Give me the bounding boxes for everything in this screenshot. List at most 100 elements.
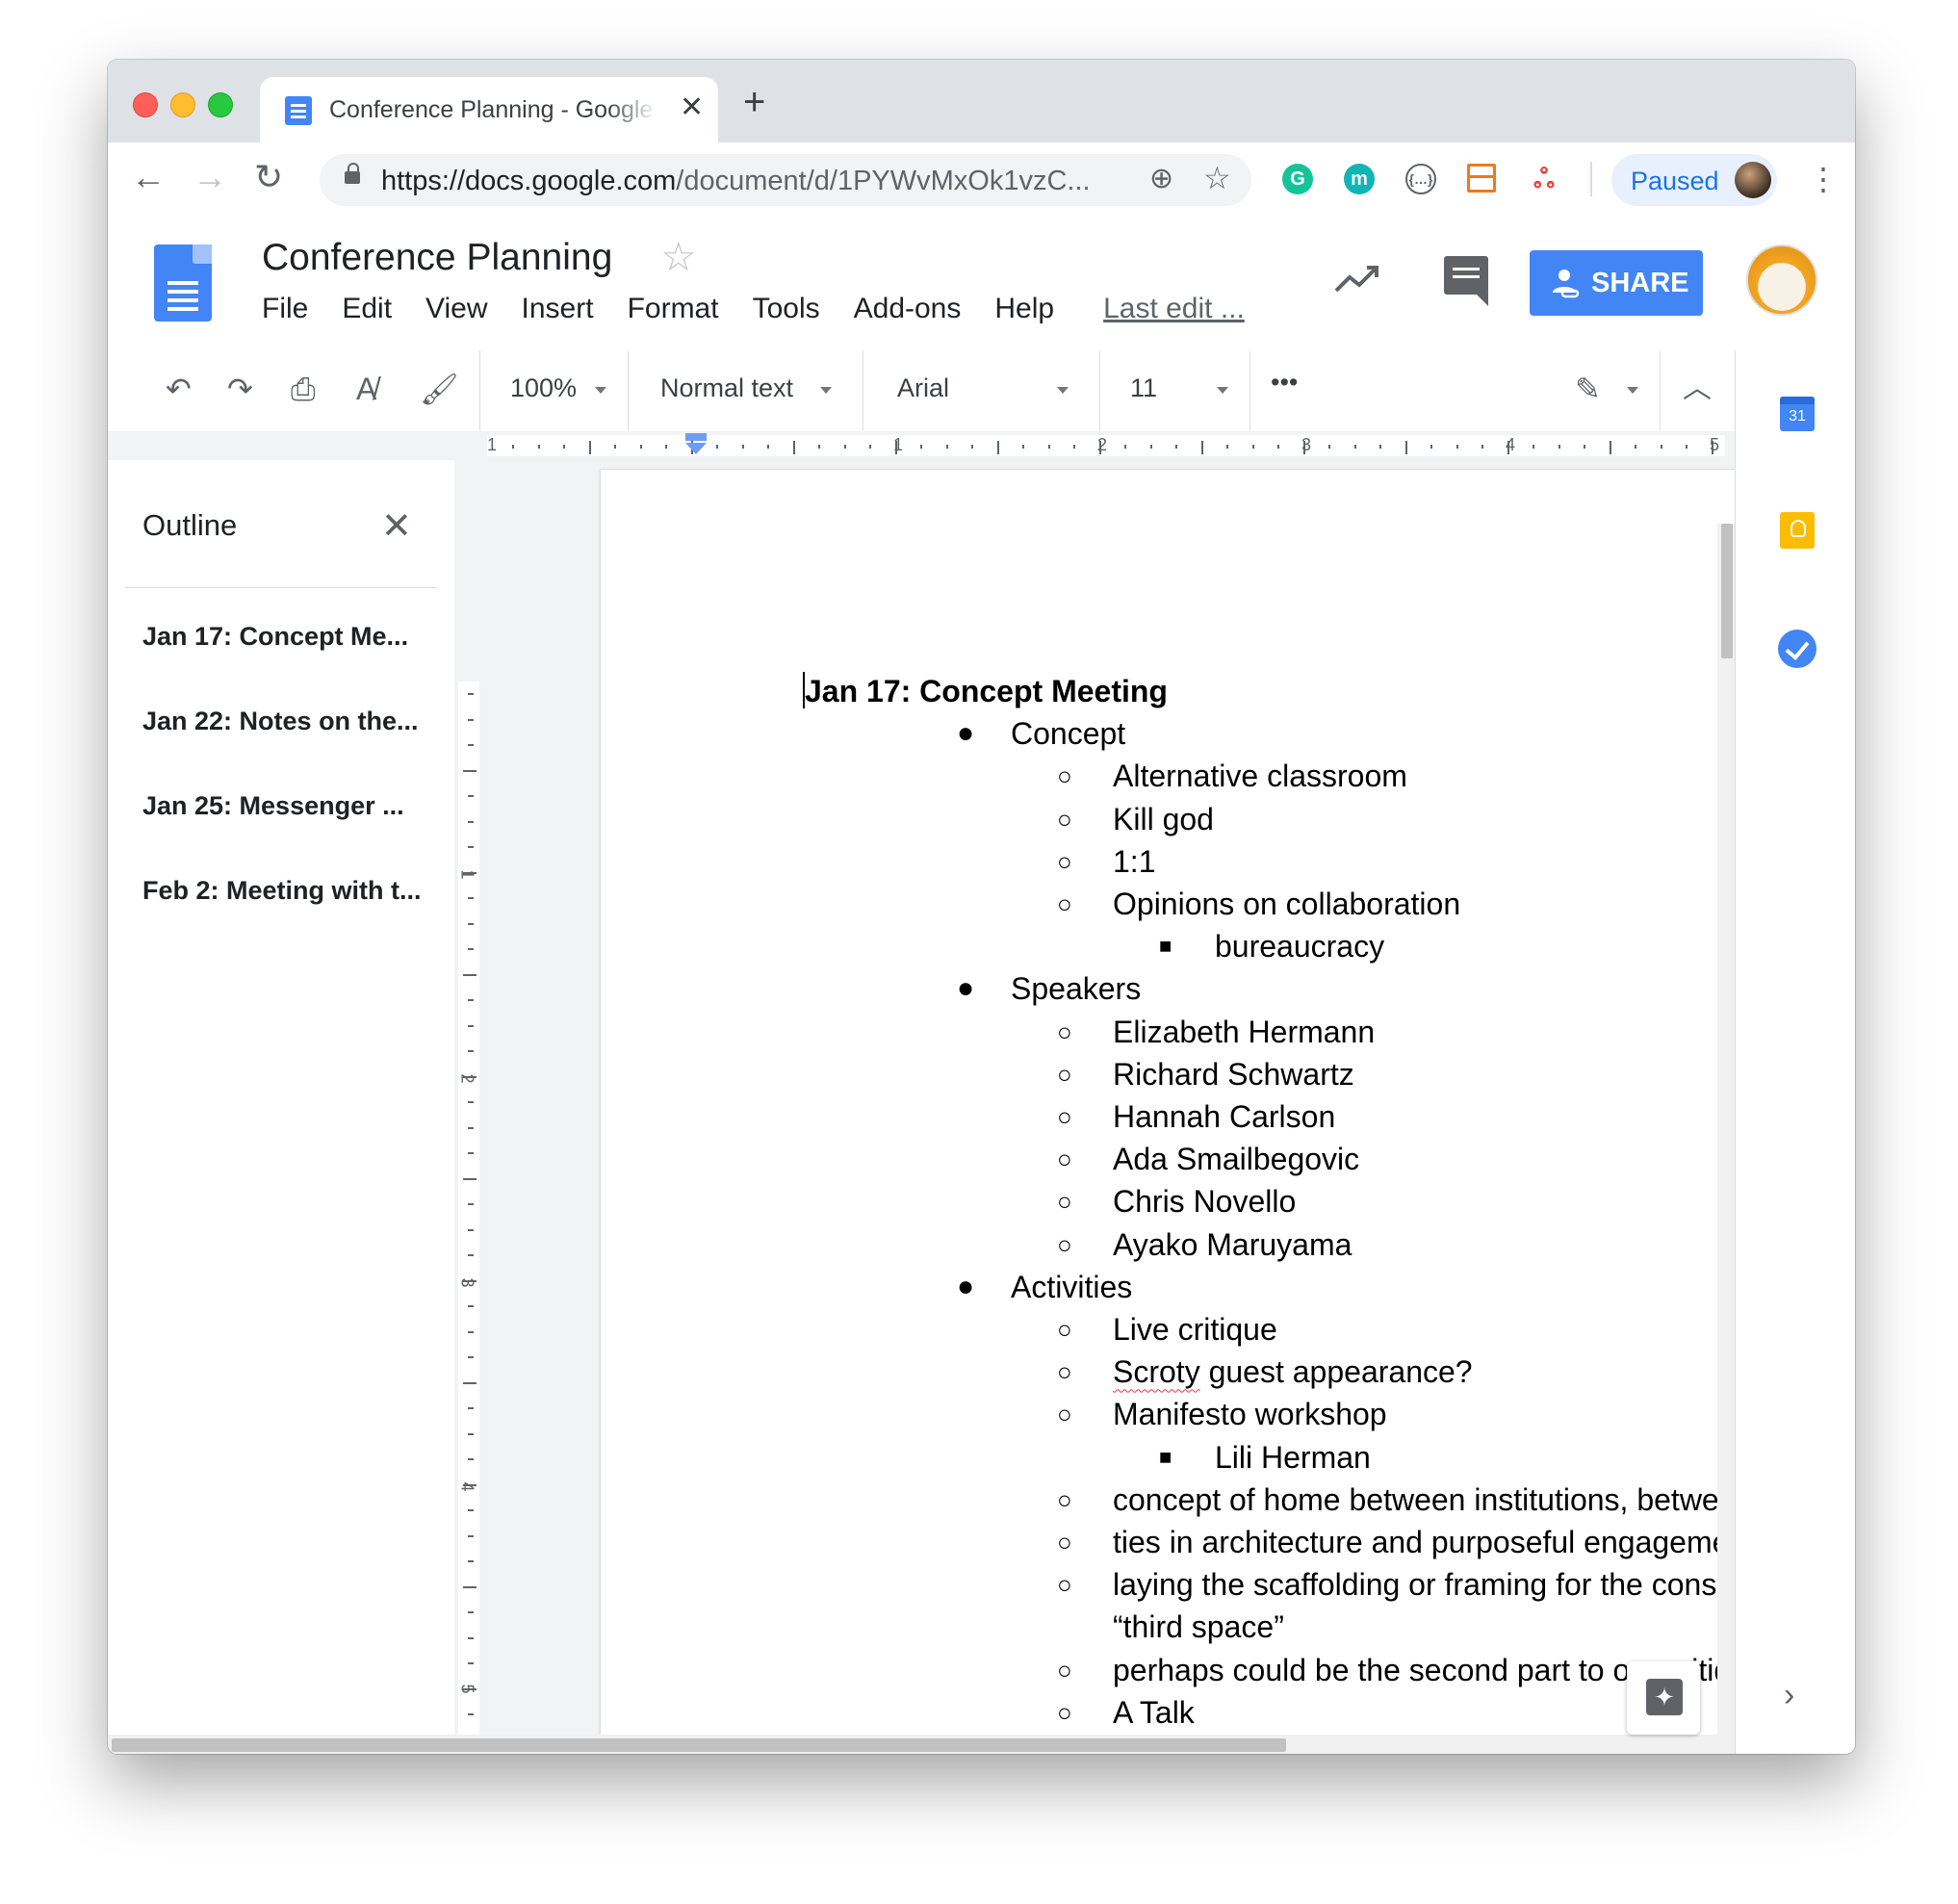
font-size-select[interactable]: 11: [1130, 373, 1157, 403]
font-caret-icon[interactable]: [1057, 387, 1069, 394]
back-icon[interactable]: ←: [131, 154, 166, 200]
undo-icon[interactable]: ↶: [166, 370, 192, 408]
menu-edit[interactable]: Edit: [342, 293, 392, 325]
zoom-caret-icon[interactable]: [595, 387, 606, 394]
outline-item[interactable]: Jan 25: Messenger ...: [142, 791, 404, 821]
hollow-bullet-icon: ○: [1057, 1187, 1072, 1217]
ruler-tick: [894, 441, 897, 454]
docs-header: Conference Planning ☆ File Edit View Ins…: [108, 216, 1855, 351]
vertical-ruler-tick: [468, 1152, 474, 1154]
text-cursor: [803, 672, 805, 708]
toolbar-separator: [479, 350, 480, 431]
list-item-text: 1:1: [1113, 843, 1156, 879]
ruler-tick: [1686, 445, 1687, 449]
list-item-text: Elizabeth Hermann: [1113, 1014, 1376, 1049]
star-document-icon[interactable]: ☆: [660, 233, 697, 280]
document-title[interactable]: Conference Planning: [262, 237, 612, 279]
activity-dashboard-icon[interactable]: [1334, 260, 1380, 298]
editing-mode-caret-icon[interactable]: [1627, 387, 1638, 394]
new-tab-button[interactable]: +: [743, 83, 765, 121]
zoom-select[interactable]: 100%: [510, 373, 577, 403]
list-item-text: Richard Schwartz: [1113, 1056, 1354, 1092]
toolbar-divider: [1590, 162, 1592, 196]
forward-icon[interactable]: →: [193, 154, 227, 200]
outline-item[interactable]: Feb 2: Meeting with t...: [142, 876, 422, 906]
last-edit-link[interactable]: Last edit ...: [1103, 293, 1245, 325]
tab-close-icon[interactable]: ✕: [680, 90, 704, 124]
comments-icon[interactable]: [1444, 256, 1488, 306]
font-select[interactable]: Arial: [897, 373, 949, 403]
ruler-tick: [1073, 445, 1075, 449]
spellcheck-icon[interactable]: A̸: [356, 370, 376, 408]
menu-insert[interactable]: Insert: [522, 293, 594, 325]
menu-help[interactable]: Help: [994, 293, 1054, 325]
explore-button[interactable]: ✦: [1627, 1661, 1700, 1735]
document-canvas: Jan 17: Concept Meeting ● Concept ○ Alterna…: [483, 460, 1817, 1754]
calendar-icon[interactable]: 31: [1780, 397, 1815, 431]
redo-icon[interactable]: ↷: [227, 370, 253, 408]
menu-format[interactable]: Format: [628, 293, 719, 325]
document-heading: Jan 17: Concept Meeting: [803, 670, 1817, 712]
m-extension-icon[interactable]: m: [1344, 164, 1375, 194]
minimize-window-button[interactable]: [170, 92, 195, 117]
maximize-window-button[interactable]: [208, 92, 233, 117]
size-caret-icon[interactable]: [1217, 387, 1228, 394]
address-bar[interactable]: https://docs.google.com/document/d/1PYWv…: [320, 154, 1251, 206]
share-button[interactable]: SHARE: [1530, 250, 1703, 316]
menu-tools[interactable]: Tools: [753, 293, 820, 325]
more-tools-icon[interactable]: •••: [1271, 368, 1298, 398]
tasks-icon[interactable]: [1778, 630, 1816, 668]
ruler-tick: [971, 445, 973, 449]
document-page[interactable]: Jan 17: Concept Meeting ● Concept ○ Alterna…: [601, 470, 1817, 1754]
outline-item[interactable]: Jan 17: Concept Me...: [142, 622, 408, 652]
close-window-button[interactable]: [133, 92, 158, 117]
menu-addons[interactable]: Add-ons: [854, 293, 962, 325]
list-item: ○ Elizabeth Hermann: [805, 1011, 1817, 1053]
code-extension-icon[interactable]: {…}: [1405, 164, 1436, 194]
vertical-ruler-tick: [463, 1075, 477, 1078]
ruler-tick: [920, 445, 922, 449]
ruler-tick: [1124, 445, 1126, 449]
grammarly-extension-icon[interactable]: G: [1282, 164, 1313, 194]
hollow-bullet-icon: ○: [1057, 889, 1072, 919]
document-body[interactable]: Jan 17: Concept Meeting ● Concept ○ Alterna…: [803, 670, 1817, 1734]
ruler-tick: [1200, 441, 1203, 454]
vertical-ruler-tick: [468, 1636, 474, 1639]
menu-view[interactable]: View: [425, 293, 487, 325]
outline-item[interactable]: Jan 22: Notes on the...: [142, 707, 419, 736]
vertical-ruler-tick: [468, 1432, 474, 1435]
vertical-scrollbar-thumb[interactable]: [1721, 524, 1733, 658]
zoom-icon[interactable]: ⊕: [1149, 162, 1173, 195]
editing-mode-pencil-icon[interactable]: ✎: [1575, 370, 1601, 408]
keep-icon[interactable]: [1780, 512, 1815, 549]
print-icon[interactable]: ⎙: [291, 370, 316, 408]
paint-format-icon[interactable]: 🖌: [420, 370, 459, 408]
vertical-ruler-tick: [463, 1585, 477, 1588]
vertical-scrollbar[interactable]: [1717, 524, 1735, 1754]
layout-extension-icon[interactable]: [1467, 164, 1496, 193]
horizontal-scrollbar[interactable]: [108, 1735, 1735, 1754]
menu-file[interactable]: File: [262, 293, 308, 325]
browser-tab[interactable]: Conference Planning - Google Docs ✕: [260, 77, 718, 142]
bookmark-star-icon[interactable]: ☆: [1203, 160, 1231, 196]
reload-icon[interactable]: ↻: [254, 154, 283, 200]
list-item: ○ Ayako Maruyama: [805, 1223, 1817, 1266]
list-item-text: Concept: [1011, 716, 1126, 752]
collapse-menus-icon[interactable]: ︿: [1683, 370, 1712, 408]
horizontal-scrollbar-thumb[interactable]: [112, 1738, 1286, 1752]
misspelled-word[interactable]: Scroty: [1113, 1354, 1200, 1389]
explore-icon: ✦: [1646, 1679, 1683, 1715]
docs-logo-icon[interactable]: [154, 244, 212, 322]
paragraph-style-select[interactable]: Normal text: [660, 373, 793, 403]
style-caret-icon[interactable]: [820, 387, 832, 394]
expand-panel-icon[interactable]: ›: [1784, 1677, 1794, 1714]
browser-menu-icon[interactable]: ⋮: [1808, 156, 1839, 202]
ruler-tick: [1226, 445, 1228, 449]
account-avatar[interactable]: [1746, 244, 1817, 316]
url-text[interactable]: https://docs.google.com/document/d/1PYWv…: [381, 166, 1113, 197]
first-line-indent-icon[interactable]: [685, 443, 707, 454]
profile-button[interactable]: Paused: [1611, 154, 1777, 206]
link-extension-icon[interactable]: ஃ: [1529, 164, 1559, 194]
indent-marker-icon[interactable]: [685, 433, 707, 441]
close-outline-icon[interactable]: ✕: [381, 504, 412, 548]
